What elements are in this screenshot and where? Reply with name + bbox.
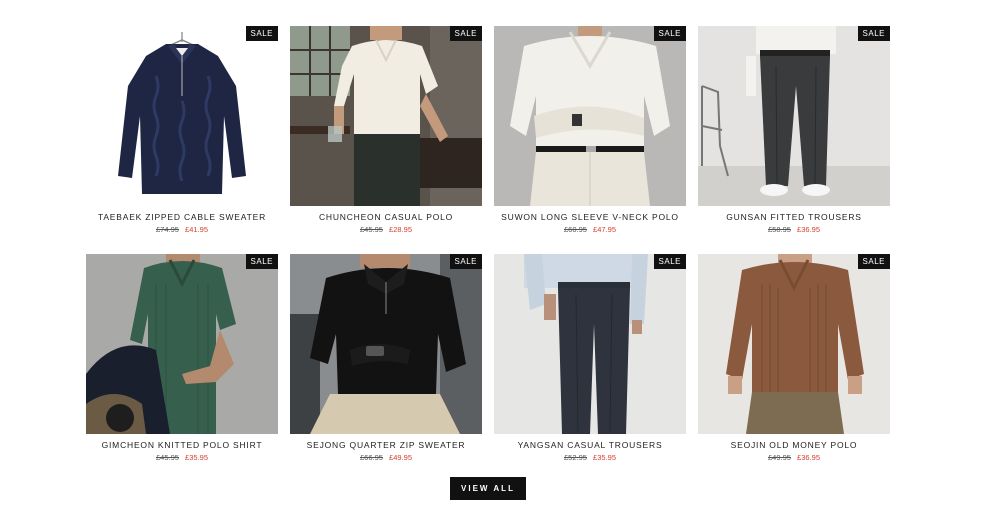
product-image[interactable]: SALE xyxy=(86,254,278,434)
product-image[interactable]: SALE xyxy=(494,254,686,434)
view-all-button[interactable]: VIEW ALL xyxy=(450,477,526,500)
product-image[interactable]: SALE xyxy=(698,26,890,206)
original-price: £45.95 xyxy=(360,225,383,234)
sale-badge: SALE xyxy=(653,254,686,269)
product-card[interactable]: SALE SEOJIN OLD MONEY POLO £49.95 £36.95 xyxy=(698,254,890,462)
product-image[interactable]: SALE xyxy=(698,254,890,434)
original-price: £58.95 xyxy=(768,225,791,234)
original-price: £60.95 xyxy=(564,225,587,234)
product-card[interactable]: SALE CHUNCHEON CASUAL POLO £45.95 £28.95 xyxy=(290,26,482,234)
product-prices: £49.95 £36.95 xyxy=(768,453,820,462)
product-title[interactable]: CHUNCHEON CASUAL POLO xyxy=(319,212,453,222)
product-prices: £58.95 £36.95 xyxy=(768,225,820,234)
product-grid: SALE TAEBAEK ZIPPED CABLE SWEATER £74.95… xyxy=(86,26,891,462)
product-card[interactable]: SALE TAEBAEK ZIPPED CABLE SWEATER £74.95… xyxy=(86,26,278,234)
sale-badge: SALE xyxy=(245,254,278,269)
original-price: £52.95 xyxy=(564,453,587,462)
product-card[interactable]: SALE YANGSAN CASUAL TROUSERS £52.95 £35.… xyxy=(494,254,686,462)
product-title[interactable]: GIMCHEON KNITTED POLO SHIRT xyxy=(102,440,263,450)
sale-badge: SALE xyxy=(653,26,686,41)
product-prices: £45.95 £28.95 xyxy=(360,225,412,234)
product-prices: £45.95 £35.95 xyxy=(156,453,208,462)
original-price: £49.95 xyxy=(768,453,791,462)
sale-price: £36.95 xyxy=(797,453,820,462)
original-price: £74.95 xyxy=(156,225,179,234)
product-image[interactable]: SALE xyxy=(494,26,686,206)
original-price: £45.95 xyxy=(156,453,179,462)
sale-price: £47.95 xyxy=(593,225,616,234)
product-title[interactable]: SEOJIN OLD MONEY POLO xyxy=(731,440,858,450)
sale-badge: SALE xyxy=(857,26,890,41)
product-image[interactable]: SALE xyxy=(290,254,482,434)
sale-badge: SALE xyxy=(449,254,482,269)
product-prices: £66.95 £49.95 xyxy=(360,453,412,462)
product-image[interactable]: SALE xyxy=(290,26,482,206)
sale-price: £41.95 xyxy=(185,225,208,234)
product-card[interactable]: SALE SEJONG QUARTER ZIP SWEATER £66.95 £… xyxy=(290,254,482,462)
sale-badge: SALE xyxy=(857,254,890,269)
sale-price: £28.95 xyxy=(389,225,412,234)
original-price: £66.95 xyxy=(360,453,383,462)
product-title[interactable]: SUWON LONG SLEEVE V-NECK POLO xyxy=(501,212,679,222)
product-prices: £74.95 £41.95 xyxy=(156,225,208,234)
product-title[interactable]: GUNSAN FITTED TROUSERS xyxy=(726,212,862,222)
product-card[interactable]: SALE SUWON LONG SLEEVE V-NECK POLO £60.9… xyxy=(494,26,686,234)
product-title[interactable]: YANGSAN CASUAL TROUSERS xyxy=(518,440,663,450)
sale-price: £35.95 xyxy=(185,453,208,462)
product-card[interactable]: SALE GIMCHEON KNITTED POLO SHIRT £45.95 … xyxy=(86,254,278,462)
product-image[interactable]: SALE xyxy=(86,26,278,206)
product-prices: £52.95 £35.95 xyxy=(564,453,616,462)
sale-badge: SALE xyxy=(245,26,278,41)
sale-price: £36.95 xyxy=(797,225,820,234)
product-prices: £60.95 £47.95 xyxy=(564,225,616,234)
sale-price: £49.95 xyxy=(389,453,412,462)
product-title[interactable]: TAEBAEK ZIPPED CABLE SWEATER xyxy=(98,212,266,222)
product-card[interactable]: SALE GUNSAN FITTED TROUSERS £58.95 £36.9… xyxy=(698,26,890,234)
sale-price: £35.95 xyxy=(593,453,616,462)
sale-badge: SALE xyxy=(449,26,482,41)
product-title[interactable]: SEJONG QUARTER ZIP SWEATER xyxy=(307,440,466,450)
